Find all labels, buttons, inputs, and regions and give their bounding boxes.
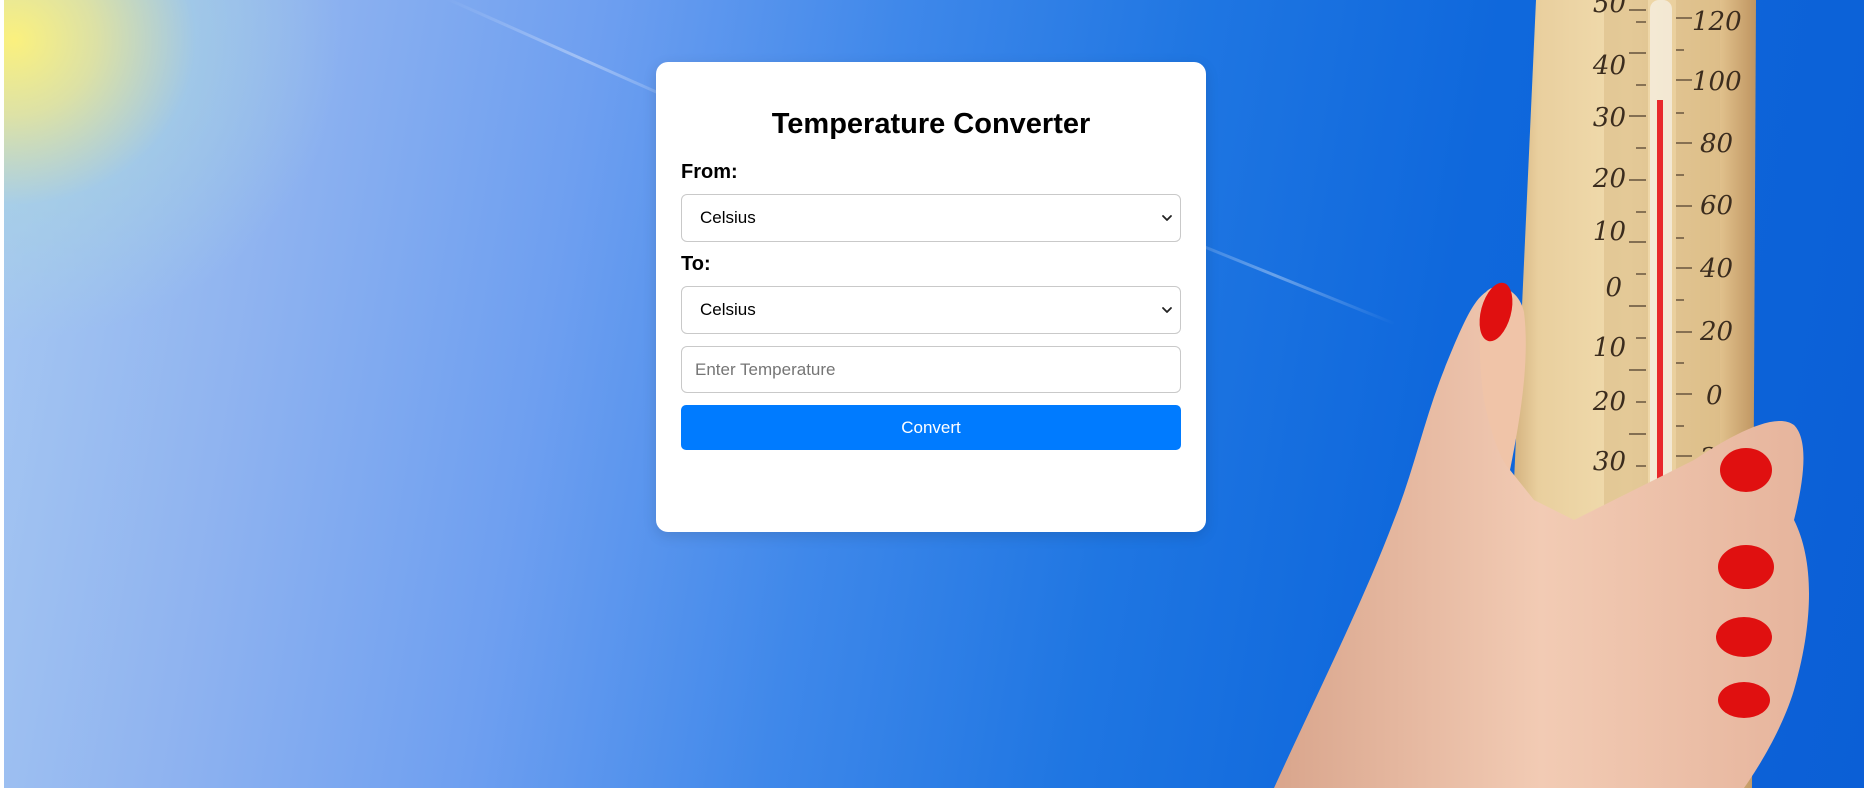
chevron-down-icon — [1162, 215, 1172, 221]
svg-text:10: 10 — [1593, 217, 1626, 247]
to-label: To: — [681, 253, 711, 275]
svg-text:40: 40 — [1699, 254, 1733, 284]
svg-text:10: 10 — [1593, 333, 1626, 363]
convert-button[interactable]: Convert — [681, 405, 1181, 450]
svg-text:50: 50 — [1593, 0, 1626, 19]
temperature-input[interactable] — [682, 347, 1180, 392]
to-unit-value: Celsius — [700, 300, 756, 319]
from-unit-select[interactable]: Celsius — [681, 194, 1181, 242]
svg-text:40: 40 — [1592, 51, 1626, 81]
finger-nail — [1716, 617, 1772, 657]
svg-text:0: 0 — [1605, 273, 1622, 303]
converter-card: Temperature Converter From: Celsius To: … — [656, 62, 1206, 532]
svg-text:20: 20 — [1699, 317, 1733, 347]
svg-text:20: 20 — [1592, 164, 1626, 194]
svg-text:60: 60 — [1700, 191, 1733, 221]
svg-text:20: 20 — [1592, 387, 1626, 417]
chevron-down-icon — [1162, 307, 1172, 313]
svg-text:80: 80 — [1700, 129, 1733, 159]
svg-text:30: 30 — [1593, 447, 1626, 477]
page-title: Temperature Converter — [771, 108, 1091, 140]
svg-text:0: 0 — [1706, 381, 1723, 411]
finger-nail — [1720, 448, 1772, 492]
from-unit-value: Celsius — [700, 208, 756, 227]
thermometer-hand-image: 50 40 30 20 10 0 10 20 30 40 120 100 80 … — [1274, 0, 1809, 788]
svg-text:100: 100 — [1692, 67, 1742, 97]
svg-text:120: 120 — [1692, 7, 1742, 37]
temperature-input-wrapper — [681, 346, 1181, 393]
svg-text:30: 30 — [1593, 103, 1626, 133]
finger-nail — [1718, 682, 1770, 718]
to-unit-select[interactable]: Celsius — [681, 286, 1181, 334]
result-text — [681, 470, 1181, 492]
finger-nail — [1718, 545, 1774, 589]
from-label: From: — [681, 161, 738, 183]
